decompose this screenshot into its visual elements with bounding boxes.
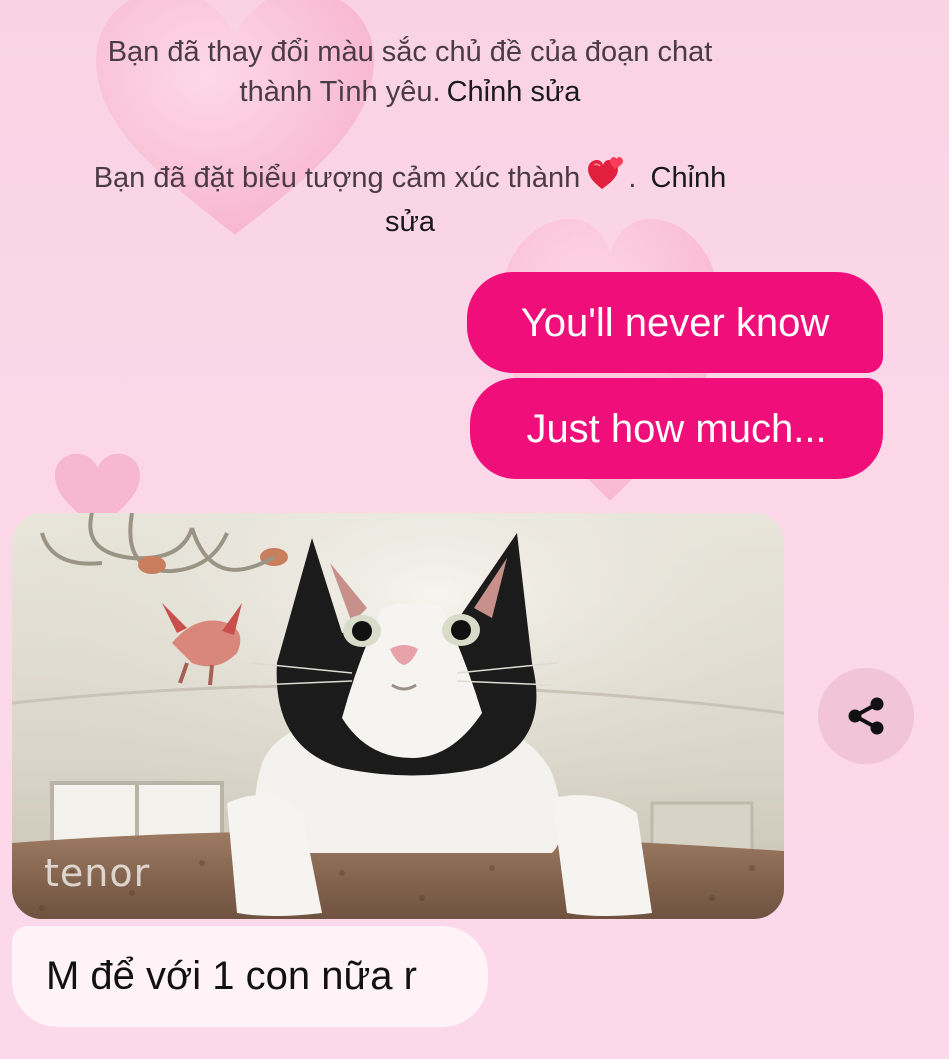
edit-theme-link[interactable]: Chỉnh sửa [447, 76, 581, 108]
system-message-line: thành Tình yêu. Chỉnh sửa [30, 72, 790, 112]
system-message-text: . [628, 162, 637, 194]
outgoing-message-bubble[interactable]: Just how much... [470, 378, 883, 479]
share-button[interactable] [818, 668, 914, 764]
message-text: Just how much... [526, 406, 827, 451]
incoming-message-bubble[interactable]: M để với 1 con nữa r [12, 926, 488, 1027]
share-icon [848, 697, 884, 735]
system-message-line: sửa [30, 202, 790, 242]
cat-gif-image[interactable]: tenor [12, 513, 784, 919]
system-message-theme-change: Bạn đã thay đổi màu sắc chủ đề của đoạn … [30, 32, 790, 112]
edit-emoji-link-continued[interactable]: sửa [385, 206, 435, 238]
system-message-text: Bạn đã đặt biểu tượng cảm xúc thành [93, 162, 581, 194]
tenor-watermark: tenor [44, 851, 151, 895]
system-message-text: thành Tình yêu. [239, 76, 441, 108]
message-text: You'll never know [520, 300, 830, 345]
outgoing-message-bubble[interactable]: You'll never know [467, 272, 883, 373]
edit-emoji-link[interactable]: Chỉnh [651, 162, 727, 194]
heart-ribbon-emoji-icon [588, 157, 628, 202]
system-message-emoji-change: Bạn đã đặt biểu tượng cảm xúc thành . Ch… [30, 157, 790, 242]
system-message-line: Bạn đã thay đổi màu sắc chủ đề của đoạn … [107, 36, 713, 68]
system-message-line: Bạn đã đặt biểu tượng cảm xúc thành . Ch… [30, 157, 790, 202]
message-text: M để với 1 con nữa r [46, 954, 417, 998]
